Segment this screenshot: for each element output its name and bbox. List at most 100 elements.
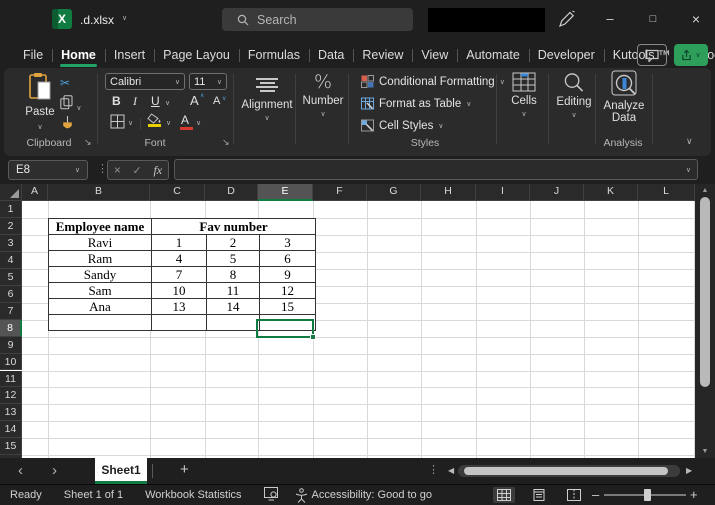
column-header-l[interactable]: L [638, 184, 695, 201]
copy-button[interactable]: ∨ [60, 95, 81, 113]
column-header-c[interactable]: C [150, 184, 205, 201]
row-header-2[interactable]: 2 [0, 218, 22, 235]
cut-button[interactable]: ✂ [60, 76, 70, 90]
tab-insert[interactable]: Insert [104, 43, 154, 67]
format-as-table-button[interactable]: Format as Table ∨ [361, 97, 471, 110]
row-header-5[interactable]: 5 [0, 268, 22, 286]
row-header-15[interactable]: 15 [0, 438, 22, 456]
cell-c3[interactable]: 1 [151, 234, 207, 251]
cell-b3[interactable]: Ravi [48, 234, 152, 251]
font-color-button[interactable]: A [180, 113, 193, 130]
filename-chevron-icon[interactable]: ∨ [122, 14, 127, 22]
underline-button[interactable]: U [151, 94, 160, 108]
font-name-select[interactable]: Calibri ∨ [105, 73, 185, 90]
tabbar-dots-icon[interactable]: ⋮ [428, 463, 439, 476]
cell-e6[interactable]: 12 [259, 282, 316, 299]
maximize-button[interactable]: □ [638, 6, 668, 32]
cell-d7[interactable]: 14 [206, 298, 260, 315]
sheet-tab-sheet1[interactable]: Sheet1 [95, 458, 147, 484]
cell-d4[interactable]: 5 [206, 250, 260, 267]
cell-e3[interactable]: 3 [259, 234, 316, 251]
cell-c7[interactable]: 13 [151, 298, 207, 315]
zoom-slider-handle[interactable] [644, 489, 651, 501]
tab-review[interactable]: Review [353, 43, 412, 67]
cells-button[interactable]: Cells ∨ [500, 72, 548, 119]
tab-automate[interactable]: Automate [457, 43, 529, 67]
cell-e4[interactable]: 6 [259, 250, 316, 267]
formula-input[interactable]: ∨ [174, 159, 698, 180]
page-layout-view-button[interactable] [528, 487, 550, 503]
cell-b2[interactable]: Employee name [48, 218, 152, 235]
tab-view[interactable]: View [412, 43, 457, 67]
conditional-formatting-button[interactable]: Conditional Formatting ∨ [361, 75, 505, 88]
tab-file[interactable]: File [14, 43, 52, 67]
spreadsheet-grid[interactable]: ABCDEFGHIJKL12345678910111213141516 Empl… [0, 184, 695, 458]
vertical-scroll-thumb[interactable] [700, 197, 710, 387]
cell-c2-e2-merged[interactable]: Fav number [151, 218, 316, 235]
column-header-d[interactable]: D [205, 184, 258, 201]
share-button[interactable]: ∨ [674, 44, 708, 66]
prev-sheet-icon[interactable]: ‹ [18, 462, 23, 480]
scroll-down-icon[interactable]: ▼ [695, 448, 715, 455]
bold-button[interactable]: B [112, 94, 121, 108]
paste-button[interactable]: Paste ∨ [18, 72, 62, 132]
next-sheet-icon[interactable]: › [52, 462, 57, 480]
row-header-7[interactable]: 7 [0, 302, 22, 320]
cell-b6[interactable]: Sam [48, 282, 152, 299]
decrease-font-button[interactable]: A [213, 95, 220, 107]
editing-button[interactable]: Editing ∨ [550, 72, 598, 120]
underline-chevron-icon[interactable]: ∨ [165, 99, 170, 107]
zoom-in-button[interactable]: + [690, 487, 698, 502]
name-box[interactable]: E8 ∨ [8, 160, 88, 180]
column-header-i[interactable]: I [476, 184, 530, 201]
normal-view-button[interactable] [493, 487, 515, 503]
cell-c4[interactable]: 4 [151, 250, 207, 267]
vertical-scrollbar[interactable]: ▲ ▼ [695, 184, 715, 458]
excel-logo-icon[interactable]: X [52, 9, 72, 29]
cell-c8[interactable] [151, 314, 207, 331]
column-header-a[interactable]: A [22, 184, 48, 201]
selected-cell-outline[interactable] [256, 319, 316, 340]
font-size-select[interactable]: 11 ∨ [189, 73, 227, 90]
row-header-3[interactable]: 3 [0, 234, 22, 252]
tab-developer[interactable]: Developer [528, 43, 604, 67]
row-header-6[interactable]: 6 [0, 285, 22, 303]
italic-button[interactable]: I [133, 94, 137, 109]
cell-e7[interactable]: 15 [259, 298, 316, 315]
data-table[interactable]: Employee name Fav number Ravi 1 2 3 Ram … [48, 218, 316, 331]
insert-function-button[interactable]: fx [153, 163, 162, 178]
horizontal-scroll-thumb[interactable] [464, 467, 668, 475]
column-header-e[interactable]: E [258, 184, 313, 201]
minimize-button[interactable]: – [595, 6, 625, 32]
borders-button[interactable] [110, 114, 125, 132]
tab-home[interactable]: Home [52, 43, 105, 67]
cell-b5[interactable]: Sandy [48, 266, 152, 283]
row-header-10[interactable]: 10 [0, 353, 22, 371]
comments-button[interactable] [637, 44, 667, 66]
font-color-chevron-icon[interactable]: ∨ [196, 119, 201, 127]
zoom-out-button[interactable]: – [592, 487, 599, 502]
cell-c6[interactable]: 10 [151, 282, 207, 299]
increase-font-button[interactable]: A [190, 93, 199, 108]
alignment-button[interactable]: Alignment ∨ [241, 76, 293, 123]
cancel-icon[interactable]: × [114, 163, 121, 177]
cell-d5[interactable]: 8 [206, 266, 260, 283]
row-header-11[interactable]: 11 [0, 370, 22, 388]
row-header-13[interactable]: 13 [0, 404, 22, 422]
row-header-1[interactable]: 1 [0, 201, 22, 218]
cell-styles-button[interactable]: Cell Styles ∨ [361, 119, 443, 132]
tab-data[interactable]: Data [308, 43, 353, 67]
cell-c5[interactable]: 7 [151, 266, 207, 283]
analyze-data-button[interactable]: Analyze Data [598, 70, 650, 124]
workbook-statistics-button[interactable]: Workbook Statistics [145, 489, 241, 501]
row-header-8[interactable]: 8 [0, 319, 22, 337]
cell-b4[interactable]: Ram [48, 250, 152, 267]
display-settings-icon[interactable] [263, 486, 279, 504]
enter-icon[interactable]: ✓ [133, 164, 142, 177]
row-header-14[interactable]: 14 [0, 421, 22, 439]
column-header-k[interactable]: K [584, 184, 638, 201]
column-header-g[interactable]: G [367, 184, 421, 201]
select-all-corner[interactable] [0, 184, 22, 201]
cell-e5[interactable]: 9 [259, 266, 316, 283]
row-header-12[interactable]: 12 [0, 387, 22, 405]
